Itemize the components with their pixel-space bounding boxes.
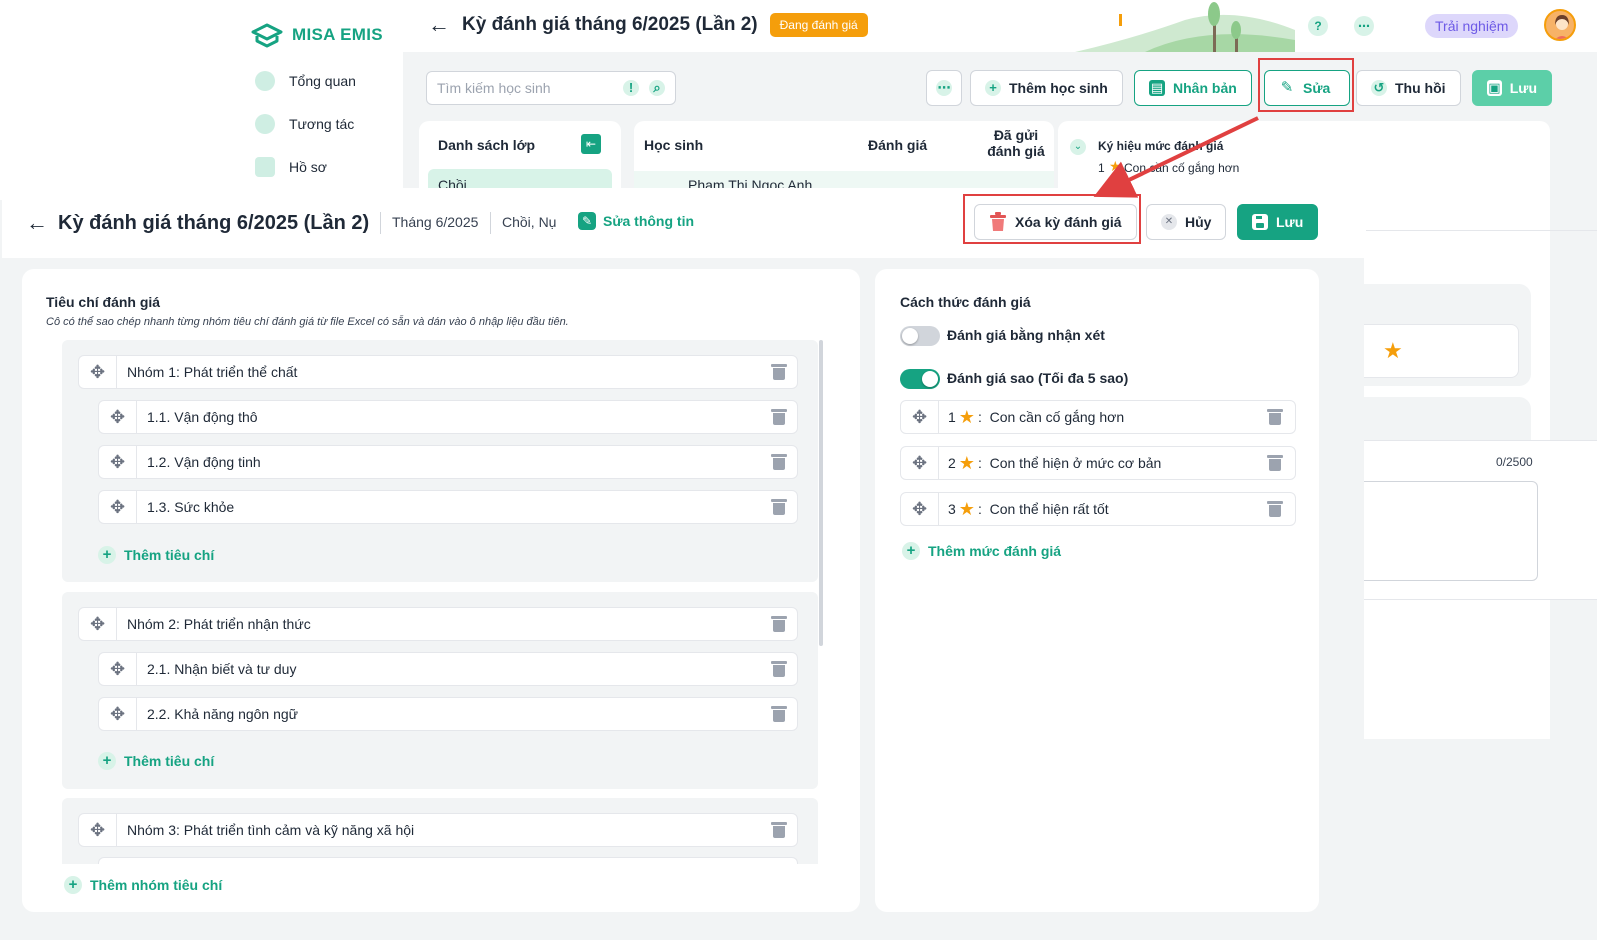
annotation-arrow-icon [1093,116,1259,198]
